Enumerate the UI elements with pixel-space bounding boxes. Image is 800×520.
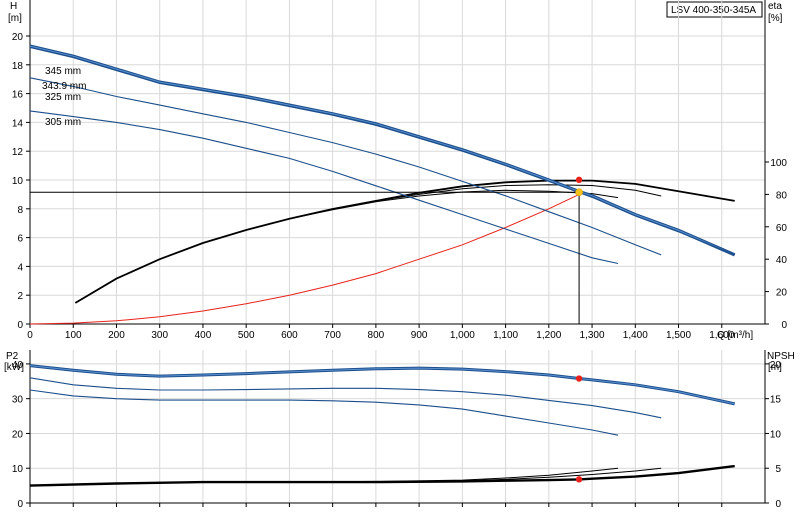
x-tick-label: 1,200 [536,330,561,341]
h-tick-label: 2 [17,291,23,302]
h-tick-label: 0 [17,320,23,331]
npsh-tick-label: 20 [770,360,782,371]
x-tick-label: 1,000 [450,330,475,341]
h-tick-label: 20 [12,32,24,43]
eta-axis-title: eta [768,1,782,12]
h-tick-label: 10 [12,176,24,187]
npsh-tick-label: 5 [775,464,781,475]
pump-curve-chart: H [m] eta [%] LSV 400-350-345A Q [m³/h] … [4,0,795,510]
head-curve-highlight [29,44,736,257]
x-tick-label: 1,400 [623,330,648,341]
x-tick-label: 100 [65,330,82,341]
p2-tick-label: 30 [12,395,24,406]
power-curve [29,389,619,436]
h-tick-label: 16 [12,90,24,101]
p2-tick-label: 20 [12,429,24,440]
curve-layer: 345 mm 343.9 mm325 mm 305 mm [29,44,736,487]
h-tick-label: 4 [17,262,23,273]
eta-tick-label: 100 [770,158,787,169]
npsh-tick-label: 15 [770,395,782,406]
head-curve-highlight-core [29,45,735,256]
op-marker-npsh [575,476,583,483]
power-curve [29,377,662,419]
x-tick-label: 700 [324,330,341,341]
x-tick-label: 300 [151,330,168,341]
eta-tick-label: 20 [776,288,788,299]
eta-curve [74,179,735,304]
x-tick-label: 200 [108,330,125,341]
eta-tick-label: 40 [776,255,788,266]
x-tick-label: 0 [27,330,33,341]
power-curve-highlight [29,364,736,406]
eta-tick-label: 80 [776,190,788,201]
diameter-label: 305 mm [45,117,81,128]
p2-tick-label: 40 [12,360,24,371]
x-tick-label: 1,600 [709,330,734,341]
eta-axis-unit: [%] [768,13,783,24]
x-tick-label: 1,500 [666,330,691,341]
npsh-curve [29,464,735,487]
p2-tick-label: 0 [17,499,23,510]
eta-tick-label: 0 [781,320,787,331]
x-tick-label: 1,300 [580,330,605,341]
h-tick-label: 14 [12,118,24,129]
h-axis-unit: [m] [8,13,22,24]
system-curve [29,193,580,325]
x-tick-label: 900 [411,330,428,341]
diameter-label: 345 mm [45,66,81,77]
model-label-box: LSV 400-350-345A [666,1,763,18]
diameter-label: 325 mm [45,92,81,103]
head-curve [29,77,662,256]
p2-tick-label: 10 [12,464,24,475]
op-marker-p2 [575,375,583,382]
h-tick-label: 12 [12,147,24,158]
npsh-tick-label: 10 [770,429,782,440]
x-tick-label: 400 [195,330,212,341]
h-tick-label: 8 [17,205,23,216]
h-axis-title: H [10,1,17,12]
tick-label-layer: 0 100 200 300 400 500 600 700 800 900 1,000 1,100 1,… [12,32,788,510]
model-label: LSV 400-350-345A [671,5,756,16]
h-tick-label: 18 [12,61,24,72]
x-tick-label: 500 [238,330,255,341]
eta-tick-label: 60 [776,223,788,234]
x-tick-label: 1,100 [493,330,518,341]
npsh-tick-label: 0 [775,499,781,510]
h-tick-label: 6 [17,234,23,245]
head-curve [29,110,619,265]
op-marker-eta [575,176,583,184]
diameter-label: 343.9 mm [42,81,86,92]
x-tick-label: 800 [368,330,385,341]
eta-curve [75,184,662,304]
op-marker-head [575,188,583,197]
x-tick-label: 600 [281,330,298,341]
